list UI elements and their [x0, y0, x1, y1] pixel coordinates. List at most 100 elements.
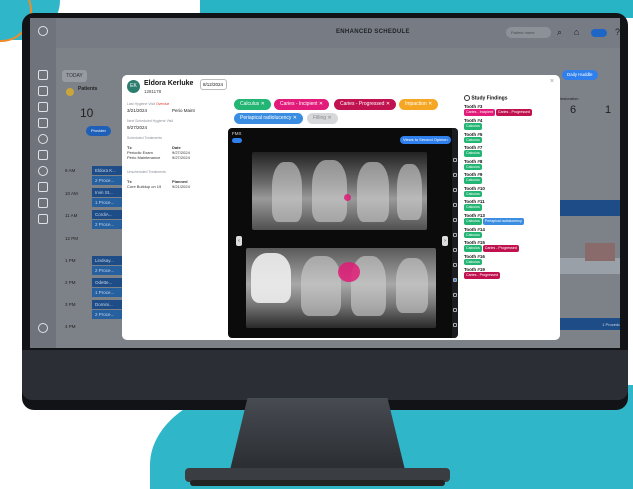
- rotate-icon[interactable]: [453, 188, 457, 192]
- finding-tag[interactable]: Caries - Progressed: [464, 272, 500, 280]
- second-opinion-button[interactable]: Views to Second Opinion: [400, 136, 451, 144]
- finding-tag[interactable]: Periapical radiolucency: [482, 218, 524, 225]
- search-input[interactable]: Patient name: [506, 27, 551, 38]
- scheduled-label: Scheduled Treatments: [127, 136, 163, 140]
- xray-image-upper: [252, 152, 427, 230]
- unscheduled-date: 9/21/2024: [172, 184, 190, 189]
- finding-tag[interactable]: Calculus: [464, 150, 482, 157]
- finding-tag[interactable]: Calculus: [464, 136, 482, 144]
- finding-tag[interactable]: Caries - Progressed: [495, 109, 532, 116]
- filter-chip-calculus[interactable]: Calculus ✕: [234, 99, 271, 110]
- right-gray-block: [585, 243, 615, 261]
- finding-tag[interactable]: Caries - Progressed: [482, 245, 519, 252]
- chevron-right-icon[interactable]: ›: [190, 81, 192, 87]
- search-icon[interactable]: [453, 263, 457, 267]
- daily-huddle-button[interactable]: Daily Huddle: [562, 70, 598, 80]
- patients-icon: [66, 88, 74, 96]
- finding-tags: Calculus: [464, 258, 556, 266]
- measure-icon[interactable]: [453, 203, 457, 207]
- xray-image-lower: [246, 248, 436, 328]
- finding-tag[interactable]: Calculus: [464, 163, 482, 171]
- filter-icon[interactable]: [453, 233, 457, 237]
- last-hygiene-type: Perio Maint: [172, 108, 195, 113]
- dollar-icon[interactable]: [38, 166, 48, 176]
- finding-tags: Calculus: [464, 231, 556, 239]
- tooth-shape: [357, 162, 389, 222]
- pen-icon[interactable]: [453, 218, 457, 222]
- caries-marker[interactable]: [338, 262, 360, 282]
- tooth-shape: [301, 256, 341, 316]
- monitor-stand: [230, 398, 405, 470]
- scheduled-tx: Perio Maintenance: [127, 155, 161, 160]
- finding-tag[interactable]: Calculus: [464, 122, 482, 130]
- extra-count: 1: [605, 104, 612, 116]
- phone-icon[interactable]: [38, 198, 48, 208]
- time-label: 12 PM: [65, 236, 79, 241]
- caries-marker[interactable]: [344, 194, 351, 201]
- clock-icon[interactable]: [38, 134, 48, 144]
- restoration-count: 6: [570, 104, 577, 116]
- calendar-icon[interactable]: [38, 70, 48, 80]
- checklist-icon[interactable]: [38, 118, 48, 128]
- team-icon[interactable]: [38, 182, 48, 192]
- crown-shape: [251, 253, 291, 303]
- search-icon[interactable]: ⌕: [554, 27, 565, 38]
- brightness-icon[interactable]: [453, 248, 457, 252]
- reset-icon[interactable]: [453, 308, 457, 312]
- zoom-icon[interactable]: [453, 158, 457, 162]
- filter-chip-caries-incipient[interactable]: Caries - Incipient ✕: [274, 99, 330, 110]
- home-icon[interactable]: ⌂: [571, 27, 582, 38]
- monitor-chin: [22, 350, 628, 400]
- next-visit-date: 9/27/2024: [127, 125, 148, 130]
- monitor-foot-shadow: [190, 480, 445, 486]
- tooth-shape: [397, 164, 422, 220]
- time-label: 11 AM: [65, 213, 78, 218]
- filter-chip-caries-progressed[interactable]: Caries - Progressed ✕: [334, 99, 397, 110]
- last-hygiene-date: 3/21/2024: [127, 108, 148, 113]
- theme-toggle[interactable]: [591, 29, 607, 37]
- filter-chip-filling[interactable]: Filling ✕: [307, 113, 338, 124]
- contrast-icon[interactable]: [453, 173, 457, 177]
- monitor-screen: ENHANCED SCHEDULE Patient name ⌕ ⌂ ? A T…: [30, 18, 620, 348]
- filter-chip-periapical[interactable]: Periapical radiolucency ✕: [234, 113, 303, 124]
- finding-tag[interactable]: Calculus: [464, 177, 482, 184]
- fullscreen-icon[interactable]: [453, 323, 457, 327]
- prev-image-button[interactable]: ‹: [236, 236, 242, 246]
- ai-icon: [464, 95, 470, 101]
- provider-tab[interactable]: Provider: [86, 126, 111, 136]
- xray-viewer[interactable]: FMX Views to Second Opinion ‹ ›: [228, 128, 458, 338]
- finding-tag[interactable]: Calculus: [464, 258, 482, 266]
- app-header: ENHANCED SCHEDULE Patient name ⌕ ⌂ ? A: [56, 18, 620, 48]
- schedule-icon[interactable]: [38, 102, 48, 112]
- fmx-toggle[interactable]: [232, 138, 242, 143]
- finding-tag[interactable]: Calculus: [464, 218, 482, 225]
- next-image-button[interactable]: ›: [442, 236, 448, 246]
- last-hygiene-label: Last Hygiene Visit Overdue: [127, 102, 170, 106]
- finding-tag[interactable]: Calculus: [464, 204, 482, 212]
- patient-id: 1281178: [144, 89, 162, 94]
- tooth-icon[interactable]: [38, 150, 48, 160]
- xray-toolbar: [452, 128, 458, 338]
- avatar: EK: [127, 80, 140, 93]
- close-icon[interactable]: ×: [550, 78, 554, 85]
- page-title: ENHANCED SCHEDULE: [336, 29, 410, 35]
- user-icon[interactable]: [38, 323, 48, 333]
- filter-chip-impaction[interactable]: Impaction ✕: [399, 99, 439, 110]
- finding-tags: Calculus: [464, 163, 556, 171]
- time-label: 9 AM: [65, 168, 76, 173]
- invert-icon[interactable]: [453, 278, 457, 282]
- fmx-label: FMX: [232, 131, 242, 136]
- eye-icon[interactable]: [453, 293, 457, 297]
- help-icon[interactable]: ?: [612, 27, 620, 38]
- finding-tag[interactable]: Calculus: [464, 190, 482, 198]
- chart-icon[interactable]: [38, 86, 48, 96]
- finding-tags: Calculus: [464, 190, 556, 198]
- finding-tags: Calculus Caries - Progressed: [464, 245, 556, 252]
- date-selector[interactable]: 8/12/2024: [200, 79, 227, 90]
- finding-tag[interactable]: Calculus: [464, 245, 482, 252]
- finding-tag[interactable]: Calculus: [464, 231, 482, 239]
- display-icon[interactable]: [38, 214, 48, 224]
- finding-tag[interactable]: Caries - Incipient: [464, 109, 495, 116]
- today-button[interactable]: TODAY: [62, 70, 87, 82]
- time-label: 2 PM: [65, 280, 76, 285]
